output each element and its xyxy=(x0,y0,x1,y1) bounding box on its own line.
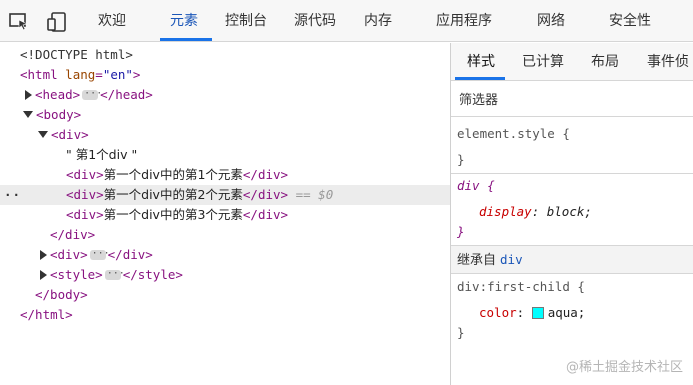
watermark: @稀土掘金技术社区 xyxy=(565,360,683,375)
tab-security[interactable]: 安全性 xyxy=(609,0,651,42)
dom-node-div-1[interactable]: <div> xyxy=(0,125,450,145)
styles-pane: 样式 已计算 布局 事件侦 筛选器 element.style { } div … xyxy=(451,43,693,385)
inspect-element-icon[interactable] xyxy=(8,12,30,32)
tab-memory[interactable]: 内存 xyxy=(364,0,392,42)
tab-console[interactable]: 控制台 xyxy=(225,0,267,42)
tab-welcome[interactable]: 欢迎 xyxy=(98,0,126,42)
styles-filter: 筛选器 xyxy=(451,81,693,117)
tab-styles[interactable]: 样式 xyxy=(467,43,495,81)
dom-node-html[interactable]: <html lang="en"> xyxy=(0,65,450,85)
tab-computed[interactable]: 已计算 xyxy=(522,43,564,81)
dom-node-div-2[interactable]: <div></div> xyxy=(0,244,450,265)
dom-node-child-1[interactable]: <div>第一个div中的第1个元素</div> xyxy=(0,165,450,185)
dom-node-child-2-selected[interactable]: ·· <div>第一个div中的第2个元素</div> == $0 xyxy=(0,185,450,205)
tab-event-listeners[interactable]: 事件侦 xyxy=(647,43,689,81)
collapsed-ellipsis-icon[interactable] xyxy=(82,84,102,104)
expand-arrow-icon[interactable] xyxy=(40,269,47,280)
filter-input[interactable]: 筛选器 xyxy=(459,89,498,108)
tab-layout[interactable]: 布局 xyxy=(591,43,619,81)
dom-node-html-close[interactable]: </html> xyxy=(0,305,450,325)
active-tab-indicator xyxy=(160,38,212,41)
devtools-toolbar: 欢迎 元素 控制台 源代码 内存 应用程序 网络 安全性 xyxy=(0,0,693,42)
div-first-child-rule[interactable]: div:first-child { color: aqua; } xyxy=(451,275,693,347)
style-declaration-color[interactable]: color: aqua; xyxy=(479,303,585,323)
inherited-from-link[interactable]: div xyxy=(500,252,523,267)
dom-node-child-3[interactable]: <div>第一个div中的第3个元素</div> xyxy=(0,205,450,225)
inherited-from-bar: 继承自 div xyxy=(451,246,693,274)
expand-arrow-icon[interactable] xyxy=(25,89,32,100)
dom-node-body[interactable]: <body> xyxy=(0,105,450,125)
collapse-arrow-icon[interactable] xyxy=(23,111,33,118)
selected-node-marker: == $0 xyxy=(295,187,334,202)
dom-node-head[interactable]: <head></head> xyxy=(0,84,450,105)
styles-pane-tabs: 样式 已计算 布局 事件侦 xyxy=(451,43,693,81)
dom-node-div-1-close[interactable]: </div> xyxy=(0,225,450,245)
element-style-rule[interactable]: element.style { } xyxy=(451,118,693,174)
div-rule[interactable]: div { display: block; } xyxy=(451,174,693,246)
active-pane-tab-indicator xyxy=(455,77,505,80)
dom-node-style[interactable]: <style></style> xyxy=(0,264,450,285)
tab-application[interactable]: 应用程序 xyxy=(436,0,492,42)
tab-elements[interactable]: 元素 xyxy=(170,0,198,42)
collapse-arrow-icon[interactable] xyxy=(38,131,48,138)
tab-sources[interactable]: 源代码 xyxy=(294,0,336,42)
collapsed-ellipsis-icon[interactable] xyxy=(89,244,110,264)
dom-text-node[interactable]: " 第1个div " xyxy=(0,145,450,165)
expand-arrow-icon[interactable] xyxy=(40,249,47,260)
collapsed-ellipsis-icon[interactable] xyxy=(104,264,125,284)
dom-node-body-close[interactable]: </body> xyxy=(0,285,450,305)
device-emulation-icon[interactable] xyxy=(46,12,68,32)
dom-node-doctype[interactable]: <!DOCTYPE html> xyxy=(0,45,450,65)
dom-tree: <!DOCTYPE html> <html lang="en"> <head><… xyxy=(0,43,450,385)
tab-network[interactable]: 网络 xyxy=(537,0,565,42)
style-declaration-display[interactable]: display: block; xyxy=(479,202,592,222)
color-swatch-icon[interactable] xyxy=(531,306,544,319)
